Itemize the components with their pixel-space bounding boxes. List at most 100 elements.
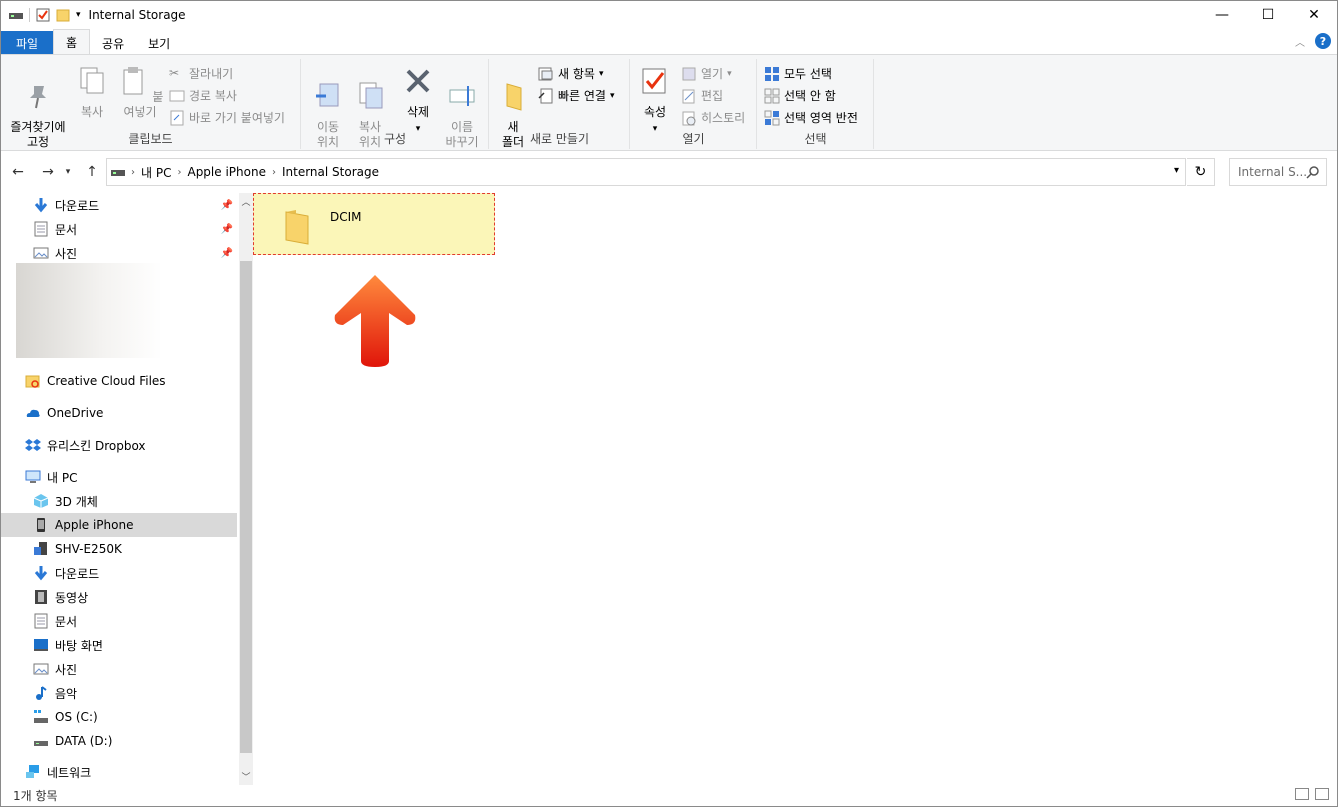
tab-home[interactable]: 홈 xyxy=(53,29,91,55)
nav-item-network[interactable]: 네트워크 xyxy=(1,760,237,784)
search-input[interactable]: Internal S... xyxy=(1229,158,1327,186)
nav-item-os-c[interactable]: OS (C:) xyxy=(1,705,237,729)
easy-access-icon xyxy=(538,88,553,103)
folder-item-dcim[interactable]: DCIM xyxy=(253,193,495,255)
nav-item-pictures-quick[interactable]: 사진 📌 xyxy=(1,241,237,265)
copy-button[interactable]: 복사 xyxy=(75,65,109,120)
invert-selection-icon xyxy=(764,110,780,125)
history-button[interactable]: 히스토리 xyxy=(681,109,745,126)
nav-item-downloads[interactable]: 다운로드 xyxy=(1,561,237,585)
easy-access-button[interactable]: 빠른 연결 ▾ xyxy=(538,87,615,104)
scrollbar-thumb[interactable] xyxy=(240,261,252,753)
breadcrumb-this-pc[interactable]: 내 PC xyxy=(141,164,171,181)
drive-icon[interactable] xyxy=(9,10,23,20)
delete-button[interactable]: 삭제 ▾ xyxy=(400,65,436,137)
paste-shortcut-button[interactable]: 바로 가기 붙여넣기 xyxy=(169,109,285,126)
scroll-up-icon[interactable]: ︿ xyxy=(239,195,253,208)
large-icons-view-icon[interactable] xyxy=(1315,788,1329,800)
collapse-ribbon-icon[interactable]: ︿ xyxy=(1295,34,1305,49)
nav-item-this-pc[interactable]: 내 PC xyxy=(1,465,237,489)
select-all-button[interactable]: 모두 선택 xyxy=(764,65,832,82)
details-view-icon[interactable] xyxy=(1295,788,1309,800)
back-button[interactable]: ← xyxy=(7,161,29,183)
new-item-button[interactable]: 새 항목 ▾ xyxy=(538,65,603,82)
nav-item-desktop[interactable]: 바탕 화면 xyxy=(1,633,237,657)
cut-button[interactable]: ✂ 잘라내기 xyxy=(169,65,233,82)
properties-label: 속성 xyxy=(643,105,667,119)
edit-button[interactable]: 편집 xyxy=(681,87,723,104)
ribbon-tabs: 파일 홈 공유 보기 ︿ ? xyxy=(1,29,1337,55)
nav-label: 바탕 화면 xyxy=(55,638,103,653)
up-button[interactable]: ↑ xyxy=(81,161,103,183)
new-folder-icon[interactable] xyxy=(56,8,70,22)
select-none-button[interactable]: 선택 안 함 xyxy=(764,87,836,104)
address-bar[interactable]: › 내 PC › Apple iPhone › Internal Storage… xyxy=(106,158,1186,186)
nav-label: OneDrive xyxy=(47,406,104,420)
tab-share[interactable]: 공유 xyxy=(90,31,136,55)
scissors-icon: ✂ xyxy=(169,65,180,80)
scroll-down-icon[interactable]: ﹀ xyxy=(239,770,253,783)
film-icon xyxy=(35,590,47,604)
open-group-label: 열기 xyxy=(682,132,705,146)
computer-icon xyxy=(25,470,41,483)
paste-button[interactable]: 붙여넣기 xyxy=(113,65,167,120)
nav-label: 네트워크 xyxy=(47,765,92,780)
pin-icon[interactable]: 📌 xyxy=(221,224,233,235)
delete-x-icon xyxy=(406,69,430,93)
invert-selection-button[interactable]: 선택 영역 반전 xyxy=(764,109,858,126)
drive-icon xyxy=(111,170,125,176)
refresh-button[interactable]: ↻ xyxy=(1187,158,1215,186)
properties-button[interactable]: 속성 ▾ xyxy=(639,65,671,137)
close-button[interactable]: ✕ xyxy=(1291,1,1337,29)
maximize-button[interactable]: ☐ xyxy=(1245,1,1291,29)
nav-item-pictures[interactable]: 사진 xyxy=(1,657,237,681)
history-label: 히스토리 xyxy=(701,111,746,125)
address-dropdown-icon[interactable]: ▾ xyxy=(1174,165,1179,176)
nav-item-music[interactable]: 음악 xyxy=(1,681,237,705)
new-item-dropdown-icon: ▾ xyxy=(598,68,604,79)
recent-locations-dropdown-icon[interactable]: ▾ xyxy=(61,161,75,183)
nav-item-onedrive[interactable]: OneDrive xyxy=(1,401,237,425)
nav-item-documents-quick[interactable]: 문서 📌 xyxy=(1,217,237,241)
desktop-icon xyxy=(34,639,48,651)
breadcrumb-internal-storage[interactable]: Internal Storage xyxy=(282,165,379,179)
easy-access-label: 빠른 연결 xyxy=(558,89,606,103)
help-icon[interactable]: ? xyxy=(1315,33,1331,49)
network-icon xyxy=(26,765,39,778)
nav-scrollbar[interactable]: ︿ ﹀ xyxy=(239,193,253,785)
tab-file[interactable]: 파일 xyxy=(1,31,53,55)
nav-item-apple-iphone[interactable]: Apple iPhone xyxy=(1,513,237,537)
minimize-button[interactable]: — xyxy=(1199,1,1245,29)
download-arrow-icon xyxy=(34,566,48,581)
pin-icon[interactable]: 📌 xyxy=(221,200,233,211)
open-group: 속성 ▾ 열기 ▾ 편집 히스토리 열기 xyxy=(631,59,757,149)
copy-to-icon xyxy=(359,82,383,109)
copy-path-button[interactable]: 경로 복사 xyxy=(169,87,237,104)
properties-icon[interactable] xyxy=(36,8,50,22)
edit-icon xyxy=(682,89,695,103)
3d-cube-icon xyxy=(33,494,49,508)
delete-label: 삭제 xyxy=(406,105,430,119)
pictures-icon xyxy=(33,247,49,259)
nav-item-dropbox[interactable]: 유리스킨 Dropbox xyxy=(1,433,237,457)
cut-label: 잘라내기 xyxy=(189,67,234,81)
nav-item-shv-e250k[interactable]: SHV-E250K xyxy=(1,537,237,561)
organize-group: 이동 위치 복사 위치 삭제 ▾ 이름 바꾸기 구성 xyxy=(302,59,489,149)
nav-item-3d-objects[interactable]: 3D 개체 xyxy=(1,489,237,513)
nav-item-downloads-quick[interactable]: 다운로드 📌 xyxy=(1,193,237,217)
tab-view[interactable]: 보기 xyxy=(136,31,182,55)
system-drive-icon xyxy=(34,710,48,723)
forward-button[interactable]: → xyxy=(37,161,59,183)
history-icon xyxy=(682,111,696,125)
nav-item-creative-cloud[interactable]: Creative Cloud Files xyxy=(1,369,237,393)
nav-item-videos[interactable]: 동영상 xyxy=(1,585,237,609)
breadcrumb-separator-icon: › xyxy=(131,166,135,178)
title-bar: ▾ Internal Storage — ☐ ✕ xyxy=(1,1,1337,29)
open-button[interactable]: 열기 ▾ xyxy=(681,65,732,82)
nav-item-data-d[interactable]: DATA (D:) xyxy=(1,729,237,753)
nav-label: 문서 xyxy=(55,614,78,629)
quick-access-dropdown-icon[interactable]: ▾ xyxy=(76,10,81,20)
nav-item-documents[interactable]: 문서 xyxy=(1,609,237,633)
pin-icon[interactable]: 📌 xyxy=(221,248,233,259)
breadcrumb-apple-iphone[interactable]: Apple iPhone xyxy=(187,165,265,179)
